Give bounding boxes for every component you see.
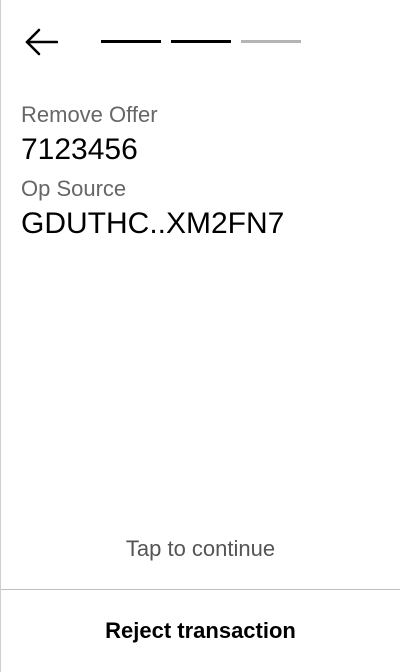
- progress-segment-pending: [241, 40, 301, 43]
- transaction-review-screen: Remove Offer 7123456 Op Source GDUTHC..X…: [0, 0, 400, 672]
- op-source-value: GDUTHC..XM2FN7: [21, 207, 285, 240]
- progress-segment-complete: [171, 40, 231, 43]
- step-progress-indicator: [101, 40, 301, 43]
- tap-to-continue[interactable]: Tap to continue: [1, 536, 400, 562]
- progress-segment-complete: [101, 40, 161, 43]
- reject-transaction-button[interactable]: Reject transaction: [1, 590, 400, 672]
- op-source-label: Op Source: [21, 176, 127, 201]
- operation-details: Remove Offer 7123456 Op Source GDUTHC..X…: [21, 100, 380, 248]
- arrow-left-icon: [24, 28, 59, 61]
- operation-type-value: 7123456: [21, 133, 138, 166]
- operation-type-label: Remove Offer: [21, 102, 158, 127]
- back-button[interactable]: [19, 26, 63, 62]
